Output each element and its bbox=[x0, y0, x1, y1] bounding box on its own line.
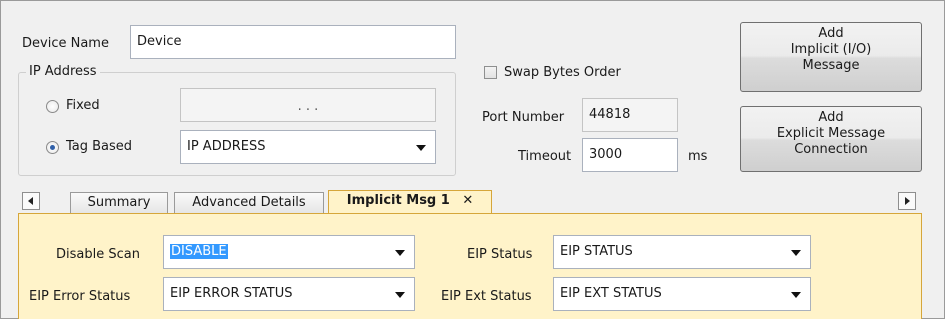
timeout-label: Timeout bbox=[518, 149, 572, 164]
add-explicit-line-1: Add bbox=[818, 110, 844, 125]
timeout-input[interactable]: 3000 bbox=[582, 138, 678, 172]
eip-ext-status-select[interactable]: EIP EXT STATUS bbox=[553, 277, 811, 311]
port-number-input[interactable]: 44818 bbox=[582, 98, 678, 132]
fixed-ip-input[interactable]: . . . bbox=[180, 88, 436, 122]
implicit-msg-panel: Disable Scan DISABLE EIP Error Status EI… bbox=[18, 213, 922, 319]
eip-status-select[interactable]: EIP STATUS bbox=[553, 235, 811, 269]
tab-summary-label: Summary bbox=[87, 195, 151, 210]
device-name-value: Device bbox=[137, 34, 182, 49]
tag-based-value: IP ADDRESS bbox=[187, 139, 266, 154]
ip-address-group-title: IP Address bbox=[26, 64, 100, 80]
disable-scan-select[interactable]: DISABLE bbox=[163, 235, 415, 269]
swap-bytes-checkbox[interactable] bbox=[484, 66, 497, 79]
tab-scroll-right-button[interactable] bbox=[898, 192, 916, 210]
fixed-radio-label: Fixed bbox=[66, 98, 100, 113]
add-implicit-message-button[interactable]: Add Implicit (I/O) Message bbox=[740, 22, 922, 92]
port-number-label: Port Number bbox=[482, 110, 565, 125]
arrow-right-icon bbox=[905, 197, 910, 205]
device-name-input[interactable]: Device bbox=[130, 25, 456, 59]
tab-advanced-details-label: Advanced Details bbox=[192, 195, 306, 210]
add-explicit-line-2: Explicit Message bbox=[776, 126, 886, 141]
add-explicit-message-button[interactable]: Add Explicit Message Connection bbox=[740, 106, 922, 172]
chevron-down-icon bbox=[791, 292, 801, 298]
device-name-label: Device Name bbox=[22, 36, 109, 51]
chevron-down-icon bbox=[791, 250, 801, 256]
eip-error-status-value: EIP ERROR STATUS bbox=[170, 286, 293, 301]
chevron-down-icon bbox=[395, 292, 405, 298]
tab-advanced-details[interactable]: Advanced Details bbox=[174, 192, 324, 213]
eip-status-value: EIP STATUS bbox=[560, 244, 633, 259]
eip-status-label: EIP Status bbox=[467, 247, 533, 262]
tag-based-radio[interactable] bbox=[46, 141, 59, 154]
tab-summary[interactable]: Summary bbox=[70, 192, 168, 213]
timeout-unit: ms bbox=[688, 149, 708, 164]
eip-ext-status-label: EIP Ext Status bbox=[441, 289, 532, 304]
tab-implicit-msg-1[interactable]: Implicit Msg 1 ✕ bbox=[328, 190, 492, 214]
tab-implicit-msg-1-label: Implicit Msg 1 bbox=[346, 193, 450, 208]
eip-error-status-label: EIP Error Status bbox=[29, 289, 131, 304]
disable-scan-label: Disable Scan bbox=[56, 247, 140, 262]
tab-strip: Summary Advanced Details Implicit Msg 1 … bbox=[18, 190, 922, 214]
arrow-left-icon bbox=[28, 197, 33, 205]
disable-scan-value: DISABLE bbox=[170, 244, 228, 259]
add-implicit-line-1: Add bbox=[818, 26, 844, 41]
eip-error-status-select[interactable]: EIP ERROR STATUS bbox=[163, 277, 415, 311]
tab-scroll-left-button[interactable] bbox=[22, 192, 40, 210]
close-icon[interactable]: ✕ bbox=[462, 193, 473, 208]
fixed-radio[interactable] bbox=[46, 100, 59, 113]
timeout-value: 3000 bbox=[589, 147, 623, 162]
tag-based-select[interactable]: IP ADDRESS bbox=[180, 130, 436, 164]
port-number-value: 44818 bbox=[589, 107, 631, 122]
add-implicit-line-2: Implicit (I/O) bbox=[790, 42, 872, 57]
chevron-down-icon bbox=[416, 145, 426, 151]
eip-ext-status-value: EIP EXT STATUS bbox=[560, 286, 662, 301]
add-implicit-line-3: Message bbox=[802, 58, 860, 73]
fixed-ip-value: . . . bbox=[297, 99, 319, 114]
chevron-down-icon bbox=[395, 250, 405, 256]
add-explicit-line-3: Connection bbox=[794, 142, 868, 157]
tag-based-radio-label: Tag Based bbox=[66, 139, 133, 154]
swap-bytes-label: Swap Bytes Order bbox=[504, 65, 621, 80]
